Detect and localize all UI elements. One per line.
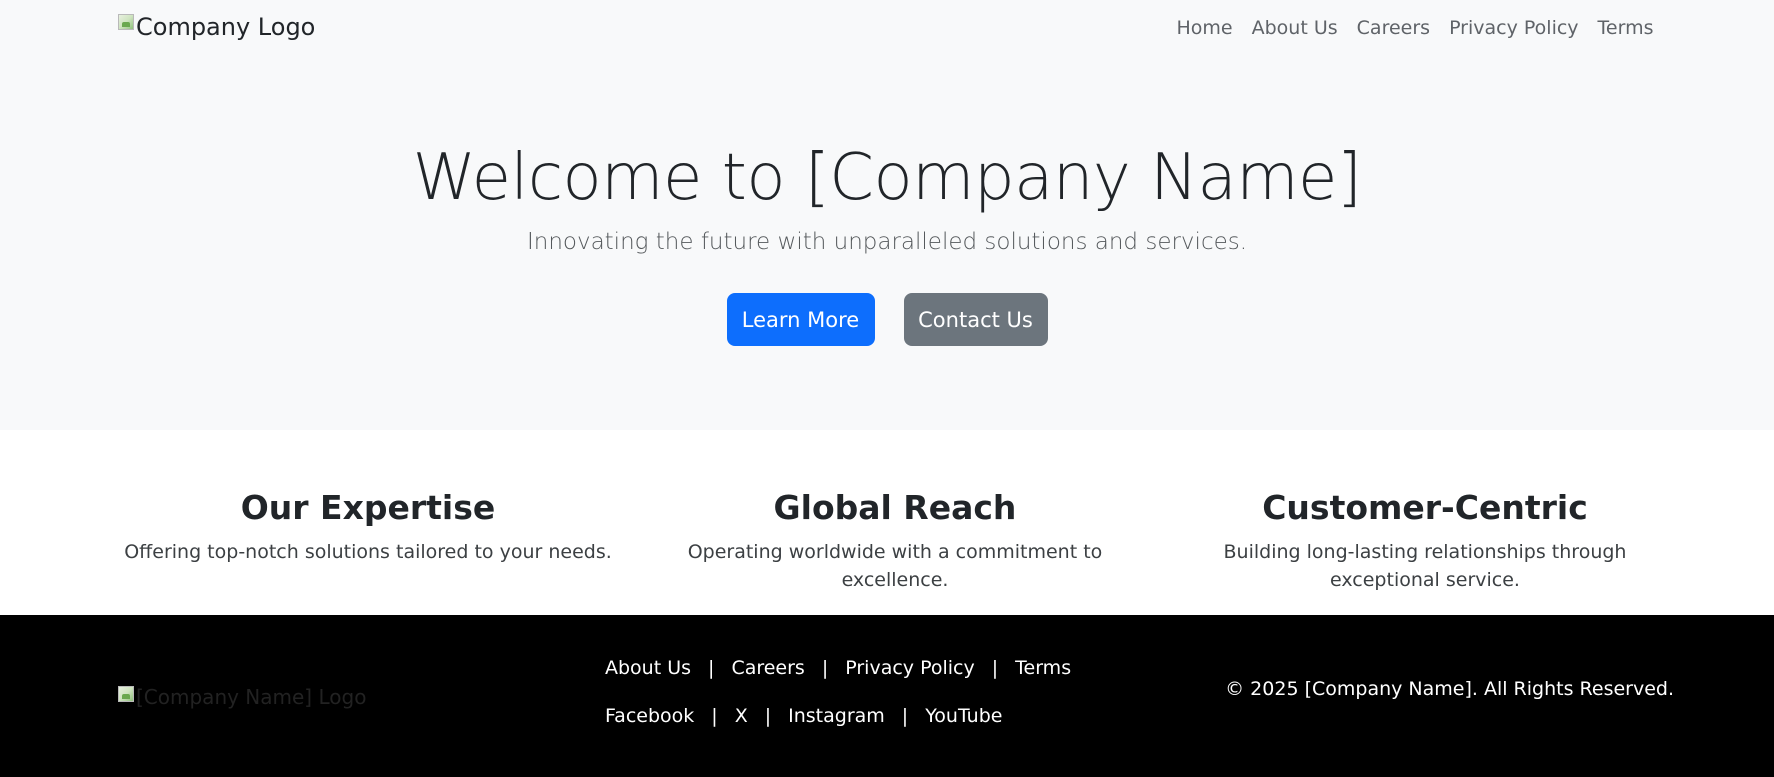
broken-image-icon	[118, 14, 134, 30]
contact-us-button[interactable]: Contact Us	[903, 293, 1048, 346]
copyright-text: © 2025 [Company Name]. All Rights Reserv…	[1225, 678, 1674, 700]
nav-home[interactable]: Home	[1167, 16, 1242, 40]
link-separator: |	[821, 657, 829, 679]
link-separator: |	[711, 705, 718, 727]
hero-section: Company Logo Home About Us Careers Priva…	[0, 0, 1774, 430]
feature-text: Operating worldwide with a commitment to…	[687, 541, 1103, 591]
feature-title: Our Expertise	[240, 488, 496, 527]
feature-title: Global Reach	[773, 488, 1017, 527]
social-link-youtube[interactable]: YouTube	[925, 705, 1002, 727]
feature-customer-centric: Customer-Centric Building long-lasting r…	[1185, 488, 1665, 594]
link-separator: |	[901, 705, 909, 727]
footer-page-links: About Us | Careers | Privacy Policy | Te…	[605, 653, 1071, 683]
feature-text: Offering top-notch solutions tailored to…	[124, 541, 612, 563]
footer-logo[interactable]: [Company Name] Logo	[118, 685, 366, 709]
link-separator: |	[991, 657, 999, 679]
nav-privacy-policy[interactable]: Privacy Policy	[1440, 16, 1588, 40]
footer-links: About Us | Careers | Privacy Policy | Te…	[605, 653, 1071, 731]
footer-link-careers[interactable]: Careers	[731, 657, 804, 679]
link-separator: |	[708, 657, 715, 679]
hero-buttons: Learn More Contact Us	[0, 293, 1774, 346]
learn-more-button[interactable]: Learn More	[726, 293, 875, 346]
nav-careers[interactable]: Careers	[1347, 16, 1439, 40]
footer-link-privacy-policy[interactable]: Privacy Policy	[845, 657, 974, 679]
feature-text: Building long-lasting relationships thro…	[1223, 541, 1627, 591]
logo-alt-text: Company Logo	[136, 13, 316, 41]
link-separator: |	[764, 705, 772, 727]
site-footer: [Company Name] Logo About Us | Careers |…	[0, 615, 1774, 777]
footer-social-links: Facebook | X | Instagram | YouTube	[605, 701, 1071, 731]
main-nav: Home About Us Careers Privacy Policy Ter…	[1167, 16, 1663, 40]
hero-title: Welcome to [Company Name]	[412, 141, 1362, 215]
social-link-facebook[interactable]: Facebook	[605, 705, 694, 727]
hero-subtitle: Innovating the future with unparalleled …	[526, 229, 1248, 255]
footer-logo-alt-text: [Company Name] Logo	[136, 685, 367, 709]
nav-about-us[interactable]: About Us	[1242, 16, 1347, 40]
social-link-instagram[interactable]: Instagram	[788, 705, 885, 727]
footer-link-terms[interactable]: Terms	[1015, 657, 1071, 679]
feature-global-reach: Global Reach Operating worldwide with a …	[645, 488, 1145, 594]
feature-expertise: Our Expertise Offering top-notch solutio…	[118, 488, 618, 566]
company-logo[interactable]: Company Logo	[118, 13, 315, 41]
footer-link-about-us[interactable]: About Us	[605, 657, 691, 679]
nav-terms[interactable]: Terms	[1588, 16, 1663, 40]
broken-image-icon	[118, 686, 134, 702]
social-link-x[interactable]: X	[735, 705, 748, 727]
feature-title: Customer-Centric	[1262, 488, 1588, 527]
features-section: Our Expertise Offering top-notch solutio…	[0, 430, 1774, 615]
